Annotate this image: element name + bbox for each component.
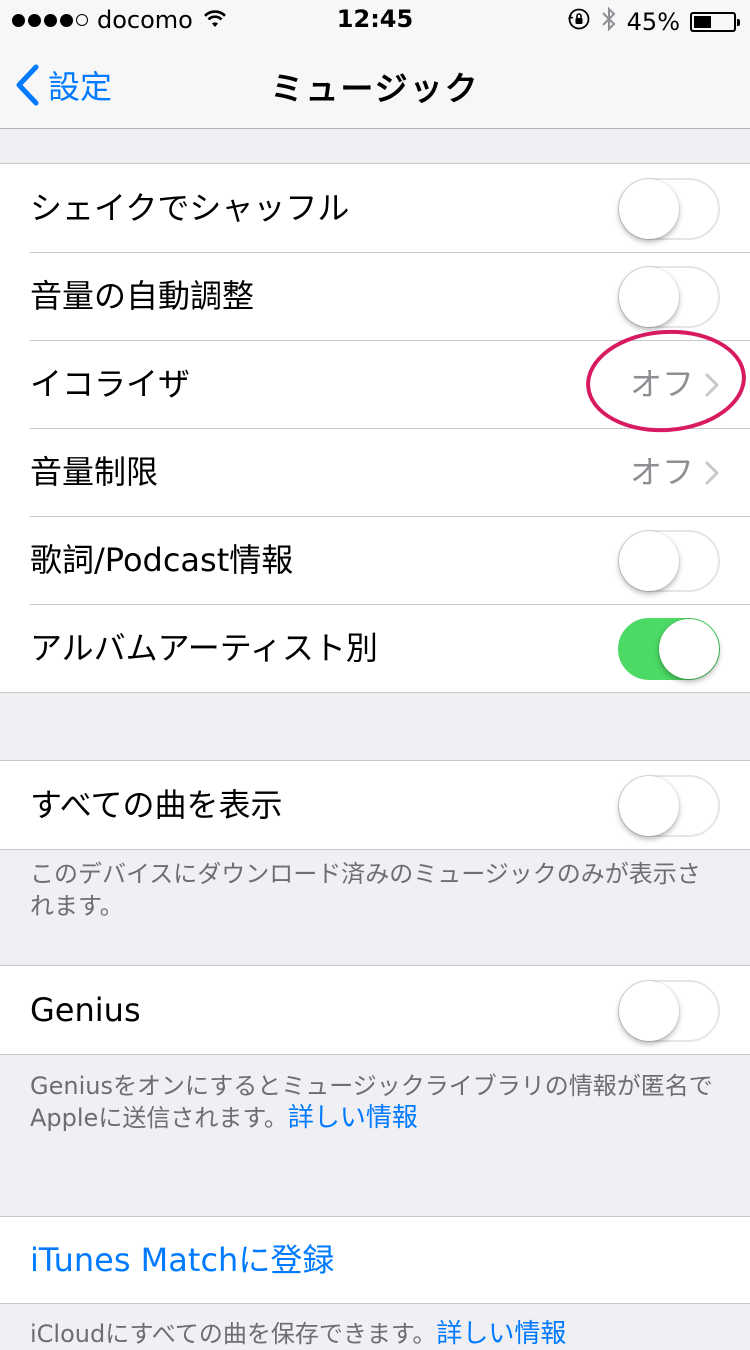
toggle-knob: [619, 267, 679, 327]
battery-icon: [690, 12, 740, 32]
genius-label: Genius: [30, 991, 141, 1029]
chevron-right-icon: [705, 461, 719, 485]
toggle-knob: [619, 981, 679, 1041]
settings-group-itunes-match: iTunes Matchに登録: [0, 1216, 750, 1304]
toggle-knob: [619, 531, 679, 591]
toggle-knob: [619, 776, 679, 836]
toggle-knob: [619, 179, 679, 239]
toggle-knob: [659, 619, 719, 679]
bluetooth-icon: [601, 6, 617, 38]
genius-learn-more-link[interactable]: 詳しい情報: [288, 1103, 418, 1133]
battery-percent: 45%: [626, 8, 680, 36]
settings-group-show-all: すべての曲を表示: [0, 760, 750, 850]
battery-level: [694, 16, 712, 28]
itunes-match-footer-text: iCloudにすべての曲を保存できます。: [30, 1320, 437, 1348]
itunes-match-footer: iCloudにすべての曲を保存できます。詳しい情報: [30, 1318, 720, 1350]
status-bar: docomo 12:45 45%: [0, 0, 750, 40]
group-by-album-artist-label: アルバムアーティスト別: [30, 629, 378, 667]
sound-check-label: 音量の自動調整: [30, 277, 255, 315]
lyrics-podcast-info-row: 歌詞/Podcast情報: [0, 516, 750, 604]
group-by-album-artist-row: アルバムアーティスト別: [0, 604, 750, 692]
lyrics-podcast-info-label: 歌詞/Podcast情報: [30, 541, 294, 579]
page-title: ミュージック: [270, 69, 480, 108]
genius-row: Genius: [0, 966, 750, 1054]
volume-limit-value: オフ: [629, 453, 694, 491]
navigation-bar: 設定 ミュージック: [0, 40, 750, 129]
equalizer-value: オフ: [629, 365, 694, 403]
genius-toggle[interactable]: [618, 980, 720, 1042]
itunes-match-subscribe-button[interactable]: iTunes Matchに登録: [30, 1217, 334, 1303]
status-right: 45%: [567, 6, 740, 38]
equalizer-label: イコライザ: [30, 365, 191, 403]
show-all-footer: このデバイスにダウンロード済みのミュージックのみが表示されます。: [30, 860, 701, 920]
genius-footer: Geniusをオンにするとミュージックライブラリの情報が匿名でAppleに送信さ…: [30, 1070, 720, 1134]
volume-limit-row[interactable]: 音量制限 オフ: [0, 428, 750, 516]
show-all-music-row: すべての曲を表示: [0, 761, 750, 849]
shake-to-shuffle-row: シェイクでシャッフル: [0, 164, 750, 252]
volume-limit-label: 音量制限: [30, 453, 159, 491]
settings-group-playback: シェイクでシャッフル 音量の自動調整 イコライザ オフ 音量制限 オフ 歌詞/P…: [0, 163, 750, 693]
shake-to-shuffle-toggle[interactable]: [618, 178, 720, 240]
equalizer-row[interactable]: イコライザ オフ: [0, 340, 750, 428]
show-all-music-toggle[interactable]: [618, 775, 720, 837]
itunes-match-learn-more-link[interactable]: 詳しい情報: [436, 1319, 566, 1349]
chevron-right-icon: [705, 373, 719, 397]
sound-check-toggle[interactable]: [618, 266, 720, 328]
settings-group-genius: Genius: [0, 965, 750, 1055]
shake-to-shuffle-label: シェイクでシャッフル: [30, 189, 350, 227]
sound-check-row: 音量の自動調整: [0, 252, 750, 340]
rotation-lock-icon: [567, 7, 591, 37]
lyrics-podcast-info-toggle[interactable]: [618, 530, 720, 592]
show-all-music-label: すべての曲を表示: [30, 786, 283, 824]
group-by-album-artist-toggle[interactable]: [618, 618, 720, 680]
